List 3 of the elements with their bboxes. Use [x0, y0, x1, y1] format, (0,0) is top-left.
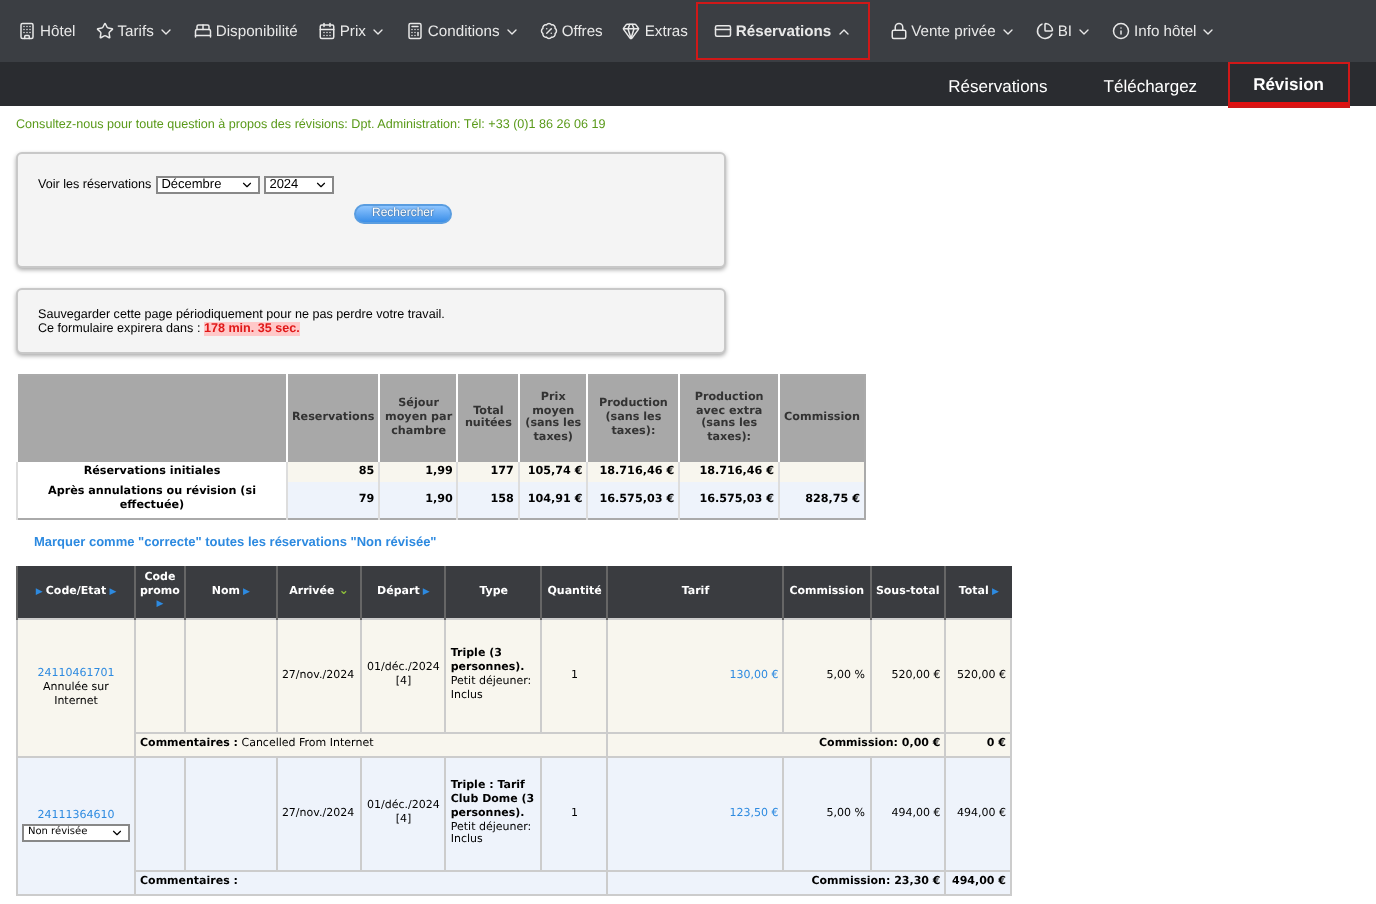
sub-tab[interactable]: Réservations — [924, 64, 1072, 106]
sub-tab[interactable]: Révision — [1229, 64, 1348, 106]
sub-tab[interactable]: Téléchargez — [1079, 64, 1222, 106]
